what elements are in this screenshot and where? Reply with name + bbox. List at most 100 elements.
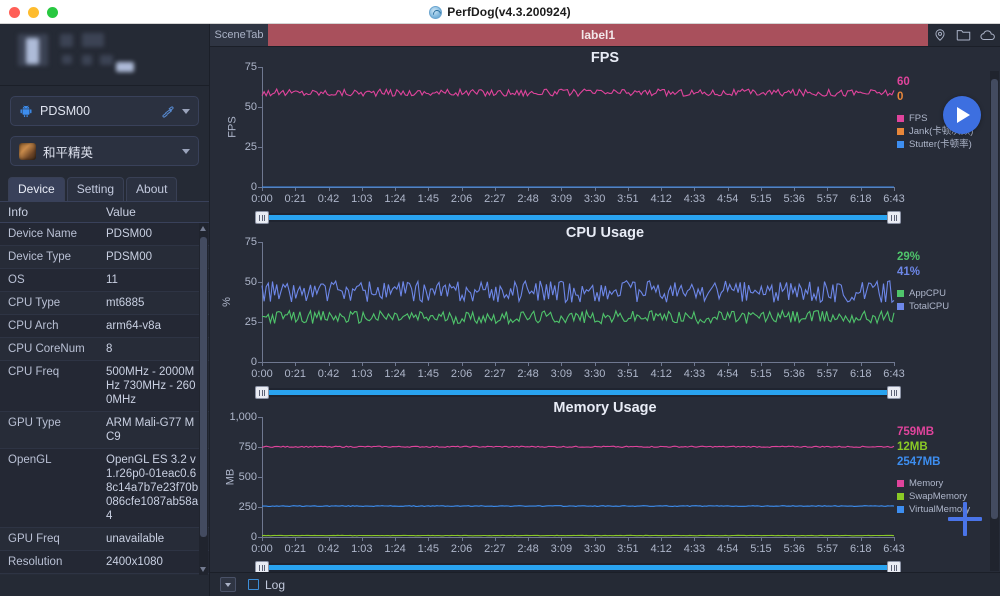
legend-item[interactable]: SwapMemory bbox=[897, 490, 997, 503]
scrollbar-thumb[interactable] bbox=[200, 237, 207, 537]
legend-item[interactable]: TotalCPU bbox=[897, 300, 997, 313]
table-row[interactable]: OS 11 bbox=[0, 269, 209, 292]
time-range-slider[interactable] bbox=[255, 386, 901, 399]
plot-area: MB 0 250 500 750 1,000 0:00 0:21 0:42 1:03 1:24 1:4… bbox=[224, 411, 904, 555]
x-tick-label: 4:33 bbox=[683, 543, 706, 555]
x-tick-label: 0:21 bbox=[284, 543, 306, 555]
folder-icon[interactable] bbox=[956, 28, 971, 42]
legend-label: AppCPU bbox=[909, 288, 946, 299]
table-cell-value: PDSM00 bbox=[106, 228, 153, 240]
perfdog-window: PerfDog(v4.3.200924) PDSM00 和平精英 Device … bbox=[0, 0, 1000, 596]
android-robot-icon bbox=[19, 104, 33, 118]
x-tick-label: 5:15 bbox=[750, 193, 772, 205]
device-selector[interactable]: PDSM00 bbox=[10, 96, 199, 126]
x-tick-label: 1:24 bbox=[384, 193, 406, 205]
table-row[interactable]: CPU Freq 500MHz - 2000MHz 730MHz - 2600MH… bbox=[0, 361, 209, 412]
y-tick-label: 75 bbox=[244, 61, 257, 73]
start-recording-button[interactable] bbox=[943, 96, 981, 134]
legend-swatch bbox=[897, 128, 904, 135]
tab-device[interactable]: Device bbox=[8, 177, 65, 201]
legend-swatch bbox=[897, 141, 904, 148]
x-tick-label: 5:57 bbox=[816, 193, 839, 205]
charts-scrollbar[interactable] bbox=[990, 71, 999, 571]
x-tick-label: 3:51 bbox=[617, 543, 639, 555]
scrollbar-thumb[interactable] bbox=[991, 79, 998, 519]
legend-item[interactable]: VirtualMemory bbox=[897, 503, 997, 516]
column-header-value: Value bbox=[106, 205, 136, 219]
tab-setting[interactable]: Setting bbox=[66, 177, 125, 201]
table-cell-value: OpenGL ES 3.2 v1.r26p0-01eac0.68c14a7b7e… bbox=[106, 454, 199, 522]
chart-title: Memory Usage bbox=[553, 400, 657, 416]
cloud-icon[interactable] bbox=[979, 29, 996, 42]
x-tick-label: 2:27 bbox=[484, 368, 506, 380]
usb-link-icon[interactable] bbox=[161, 105, 175, 118]
table-row[interactable]: Device Type PDSM00 bbox=[0, 246, 209, 269]
logo-block bbox=[116, 62, 134, 72]
legend-item[interactable]: Stutter(卡顿率) bbox=[897, 138, 997, 151]
chart-title: FPS bbox=[590, 50, 620, 66]
legend-item[interactable]: AppCPU bbox=[897, 287, 997, 300]
table-row[interactable]: GPU Freq unavailable bbox=[0, 528, 209, 551]
x-tick-label: 2:27 bbox=[484, 193, 506, 205]
x-tick-label: 6:18 bbox=[850, 368, 872, 380]
toolbar-icons bbox=[928, 24, 1000, 46]
window-title: PerfDog(v4.3.200924) bbox=[447, 5, 571, 19]
sidebar-scrollbar[interactable] bbox=[199, 223, 208, 575]
table-row[interactable]: CPU Arch arm64-v8a bbox=[0, 315, 209, 338]
chevron-down-icon[interactable] bbox=[182, 108, 190, 114]
scene-tab[interactable]: SceneTab bbox=[210, 24, 268, 46]
x-tick-label: 0:00 bbox=[251, 193, 273, 205]
x-tick-label: 3:30 bbox=[583, 368, 606, 380]
x-tick-label: 6:18 bbox=[850, 543, 872, 555]
label-tab[interactable]: label1 bbox=[268, 24, 928, 46]
x-tick-label: 5:57 bbox=[816, 543, 839, 555]
location-pin-icon[interactable] bbox=[933, 28, 947, 42]
x-tick-label: 4:12 bbox=[650, 193, 672, 205]
logo-block bbox=[82, 55, 92, 65]
x-tick-label: 1:24 bbox=[384, 543, 406, 555]
x-tick-label: 1:45 bbox=[417, 193, 440, 205]
table-row[interactable]: OpenGL OpenGL ES 3.2 v1.r26p0-01eac0.68c1… bbox=[0, 449, 209, 528]
chevron-down-icon[interactable] bbox=[182, 148, 190, 154]
chart-legend: 759MB 12MB 2547MB Memory SwapMemory VirtualMe… bbox=[897, 425, 997, 516]
x-tick-label: 2:06 bbox=[450, 193, 473, 205]
x-tick bbox=[894, 362, 895, 366]
y-tick-label: 25 bbox=[244, 141, 257, 153]
log-checkbox[interactable] bbox=[248, 579, 259, 590]
table-cell-key: Screen Size bbox=[0, 574, 100, 575]
table-cell-key: OS bbox=[8, 274, 25, 286]
legend-item[interactable]: Memory bbox=[897, 477, 997, 490]
x-tick-label: 4:12 bbox=[650, 368, 672, 380]
log-checkbox-group[interactable]: Log bbox=[248, 578, 285, 592]
add-chart-button[interactable] bbox=[948, 502, 982, 536]
series-lines bbox=[261, 279, 895, 326]
chart-legend: 29% 41% AppCPU TotalCPU bbox=[897, 250, 997, 313]
x-tick-label: 0:42 bbox=[317, 193, 340, 205]
app-selector[interactable]: 和平精英 bbox=[10, 136, 199, 166]
table-row[interactable]: Device Name PDSM00 bbox=[0, 223, 209, 246]
table-row[interactable]: CPU CoreNum 8 bbox=[0, 338, 209, 361]
y-tick-label: 75 bbox=[244, 236, 257, 248]
panel-toggle-button[interactable] bbox=[220, 577, 236, 592]
series-lines bbox=[261, 87, 895, 188]
chart-title: CPU Usage bbox=[565, 225, 645, 241]
y-tick-label: 0 bbox=[250, 181, 257, 193]
scroll-up-icon[interactable] bbox=[200, 226, 206, 231]
chart-fps: FPS FPS 0 25 50 75 0:00 0:21 0:42 1:03 1:24 1:45 2:0… bbox=[210, 47, 1000, 224]
table-cell-value: PDSM00 bbox=[106, 251, 153, 263]
table-row[interactable]: GPU Type ARM Mali-G77 MC9 bbox=[0, 412, 209, 449]
legend-swatch bbox=[897, 493, 904, 500]
scroll-down-icon[interactable] bbox=[200, 567, 206, 572]
time-range-slider[interactable] bbox=[255, 561, 901, 574]
table-cell-key: CPU CoreNum bbox=[8, 343, 85, 355]
x-tick-label: 1:03 bbox=[351, 193, 373, 205]
table-row[interactable]: Resolution 2400x1080 bbox=[0, 551, 209, 574]
table-row[interactable]: CPU Type mt6885 bbox=[0, 292, 209, 315]
table-cell-value: 11 bbox=[106, 274, 118, 286]
series-swapmemory bbox=[261, 534, 895, 537]
table-row[interactable]: Screen Size6.43 in bbox=[0, 574, 209, 575]
x-tick-label: 0:21 bbox=[284, 368, 306, 380]
time-range-slider[interactable] bbox=[255, 211, 901, 224]
table-cell-key: Resolution bbox=[8, 556, 63, 568]
tab-about[interactable]: About bbox=[126, 177, 178, 201]
